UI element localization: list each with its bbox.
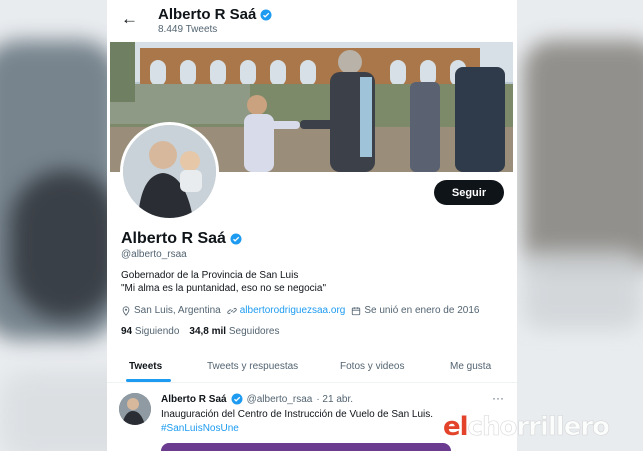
website-link[interactable]: albertorodriguezsaa.org — [240, 305, 346, 316]
following-stat[interactable]: 94 Siguiendo — [121, 326, 179, 337]
header-name: Alberto R Saá — [158, 6, 257, 23]
watermark-first: el — [443, 412, 469, 442]
profile-meta: San Luis, Argentina albertorodriguezsaa.… — [121, 305, 479, 316]
verified-badge-icon — [230, 233, 242, 245]
profile-tabs: Tweets Tweets y respuestas Fotos y video… — [107, 352, 517, 383]
tab-tweets-replies[interactable]: Tweets y respuestas — [207, 361, 298, 372]
watermark-rest: chorrillero — [467, 412, 610, 443]
watermark-logo: elchorrillero — [443, 412, 610, 443]
profile-avatar[interactable] — [120, 122, 219, 221]
blur-right — [523, 40, 643, 270]
tweet-author-handle[interactable]: @alberto_rsaa — [247, 394, 313, 405]
bio-line-1: Gobernador de la Provincia de San Luis — [121, 270, 299, 281]
tweet-count: 8.449 Tweets — [158, 24, 218, 35]
location-icon — [122, 305, 130, 316]
following-label: Siguiendo — [134, 326, 180, 337]
link-icon — [227, 307, 237, 314]
website-item[interactable]: albertorodriguezsaa.org — [227, 305, 346, 316]
followers-label: Seguidores — [228, 326, 280, 337]
tweet-hashtag[interactable]: #SanLuisNosUne — [161, 423, 239, 434]
location-text: San Luis, Argentina — [134, 305, 221, 316]
more-icon[interactable]: ··· — [492, 391, 504, 405]
tab-likes[interactable]: Me gusta — [450, 361, 491, 372]
blur-right-light — [523, 250, 643, 330]
joined-text: Se unió en enero de 2016 — [364, 305, 480, 316]
tweet-avatar[interactable] — [119, 393, 151, 425]
blur-left-dark — [10, 170, 120, 320]
follow-button[interactable]: Seguir — [434, 180, 504, 205]
bio-line-2: "Mi alma es la puntanidad, eso no se neg… — [121, 283, 327, 294]
top-bar: ← Alberto R Saá 8.449 Tweets — [107, 0, 517, 42]
header-title: Alberto R Saá — [158, 6, 272, 23]
follow-stats: 94 Siguiendo 34,8 mil Seguidores — [121, 326, 279, 337]
tweet-media[interactable] — [161, 443, 451, 451]
followers-count: 34,8 mil — [189, 326, 227, 337]
following-count: 94 — [121, 326, 133, 337]
followers-stat[interactable]: 34,8 mil Seguidores — [189, 326, 279, 337]
tweet-text: Inauguración del Centro de Instrucción d… — [161, 409, 434, 420]
verified-badge-icon — [260, 9, 272, 20]
calendar-icon — [352, 306, 361, 315]
tweet-date[interactable]: · 21 abr. — [316, 394, 353, 405]
tab-media[interactable]: Fotos y videos — [340, 361, 404, 372]
profile-name: Alberto R Saá — [121, 230, 242, 248]
profile-panel: ← Alberto R Saá 8.449 Tweets Seguir Albe… — [107, 0, 517, 451]
tweet-author-name[interactable]: Alberto R Saá — [161, 394, 227, 405]
profile-handle: @alberto_rsaa — [121, 249, 187, 260]
back-arrow-icon[interactable]: ← — [121, 10, 138, 27]
location-item: San Luis, Argentina — [121, 305, 221, 316]
verified-badge-icon — [231, 393, 243, 405]
active-tab-indicator — [126, 379, 171, 382]
tweet-header: Alberto R Saá @alberto_rsaa · 21 abr. — [161, 393, 353, 405]
joined-item: Se unió en enero de 2016 — [351, 305, 479, 316]
tab-tweets[interactable]: Tweets — [129, 361, 162, 372]
profile-name-text: Alberto R Saá — [121, 230, 226, 247]
